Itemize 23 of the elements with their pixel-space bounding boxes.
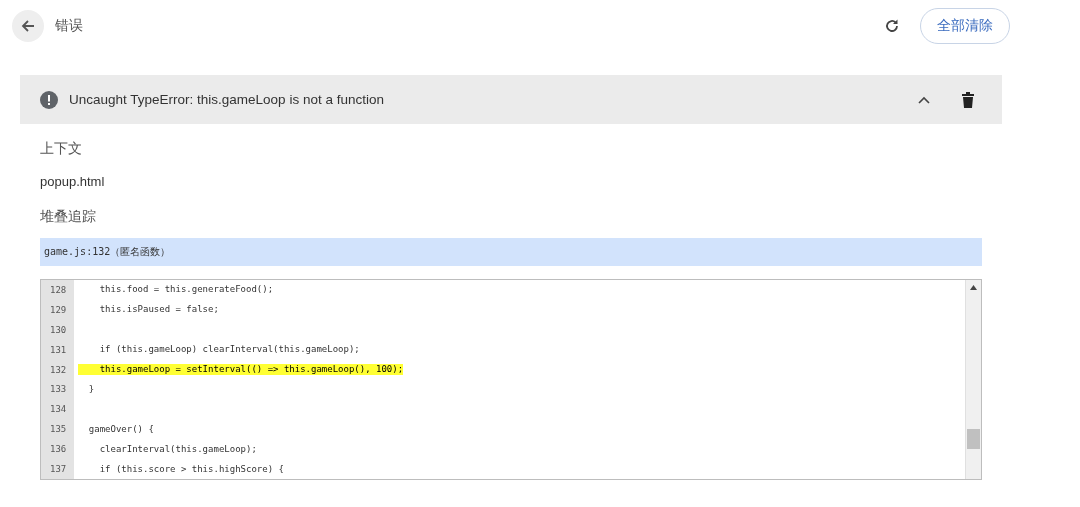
scrollbar-thumb[interactable] — [967, 429, 980, 449]
stack-trace-label: 堆叠追踪 — [40, 207, 97, 226]
context-label: 上下文 — [40, 139, 83, 158]
line-number: 130 — [49, 324, 68, 335]
back-button[interactable] — [12, 10, 44, 42]
line-number: 131 — [49, 344, 68, 355]
line-number: 135 — [49, 424, 68, 435]
scroll-up-icon[interactable] — [970, 285, 977, 290]
error-icon — [40, 90, 58, 109]
page-title: 错误 — [55, 17, 83, 35]
scrollbar[interactable] — [965, 280, 981, 479]
line-number: 137 — [49, 464, 68, 475]
line-number: 129 — [49, 304, 68, 315]
context-value: popup.html — [40, 173, 106, 191]
line-number: 136 — [49, 444, 68, 455]
line-number: 128 — [49, 284, 68, 295]
back-arrow-icon[interactable] — [20, 18, 36, 34]
line-number: 132 — [49, 364, 68, 375]
stack-frame[interactable]: game.js:132（匿名函数） — [40, 238, 982, 266]
line-number: 133 — [49, 384, 68, 395]
line-number: 134 — [49, 404, 68, 415]
error-message: Uncaught TypeError: this.gameLoop is not a function — [69, 92, 384, 107]
clear-all-button[interactable]: 全部清除 — [920, 8, 1010, 44]
